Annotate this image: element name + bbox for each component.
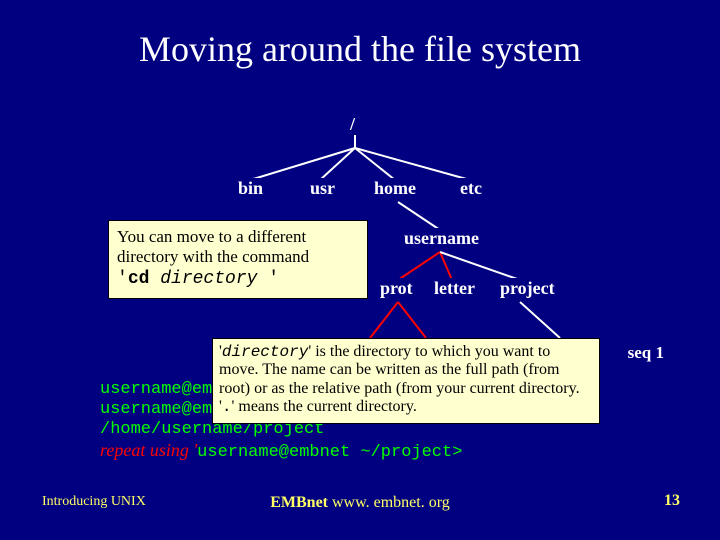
callout-cd-cmd: 'cd directory ' — [117, 269, 279, 289]
footer-center: EMBnet www. embnet. org — [0, 494, 720, 512]
node-username: username — [402, 228, 481, 249]
node-prot: prot — [378, 278, 415, 299]
callout-cd: You can move to a different directory wi… — [108, 220, 368, 299]
callout-directory: 'directory' is the directory to which yo… — [212, 338, 600, 424]
slide-title: Moving around the file system — [0, 0, 720, 70]
node-etc: etc — [458, 178, 484, 199]
page-number: 13 — [664, 492, 680, 510]
callout-cd-text: You can move to a different directory wi… — [117, 227, 309, 266]
node-seq1: seq 1 — [628, 343, 664, 363]
node-bin: bin — [236, 178, 265, 199]
node-project: project — [498, 278, 557, 299]
terminal-line-4: repeat using 'username@embnet ~/project> — [100, 440, 462, 462]
node-usr: usr — [308, 178, 337, 199]
node-root: / — [348, 114, 357, 135]
node-home: home — [372, 178, 418, 199]
node-letter: letter — [432, 278, 477, 299]
